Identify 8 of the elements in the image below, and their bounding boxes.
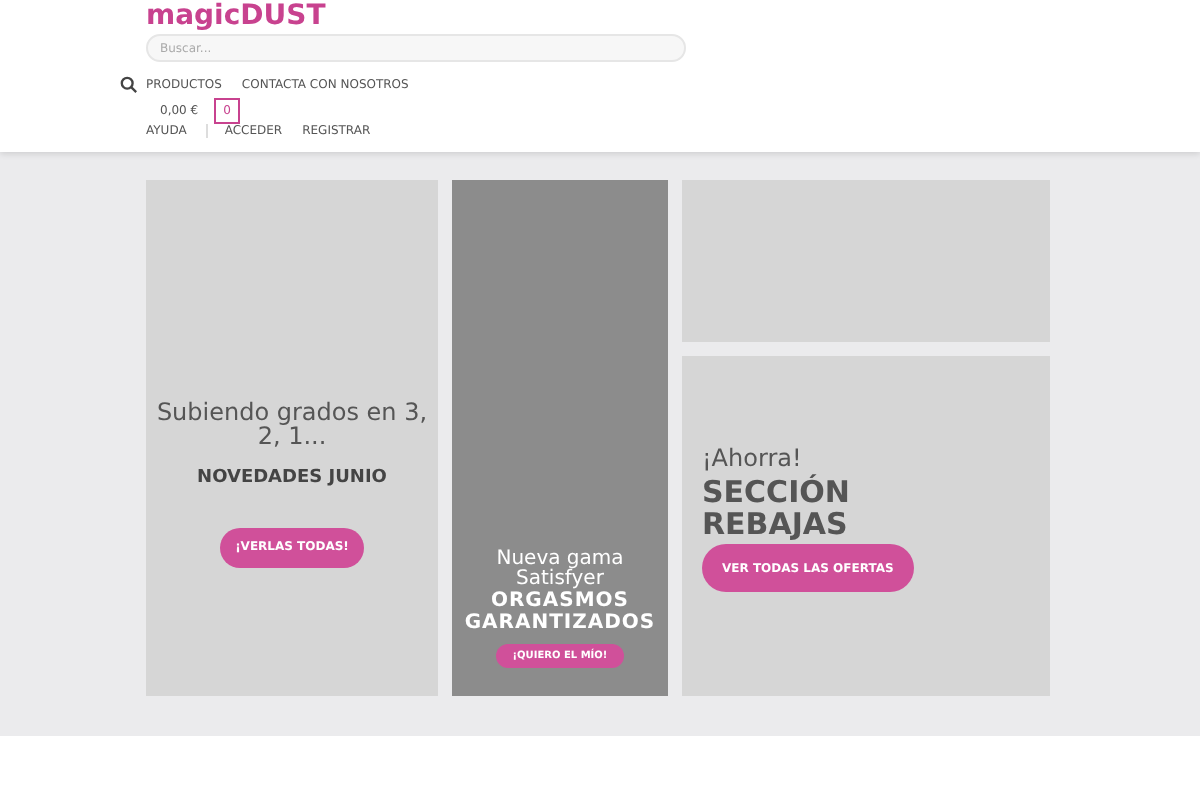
banner-subtitle: Subiendo grados en 3, 2, 1... [154,400,430,448]
banner-subtitle: Nueva gama Satisfyer [494,550,626,590]
search-icon[interactable] [120,75,138,93]
logo[interactable]: magicDUST [146,2,1200,30]
banner-title: NOVEDADES JUNIO [197,468,387,488]
banner-title: ORGASMOS GARANTIZADOS [462,590,658,634]
banner-title: SECCIÓN REBAJAS [702,476,852,540]
banner-subtitle: ¡Ahorra! [702,444,804,472]
